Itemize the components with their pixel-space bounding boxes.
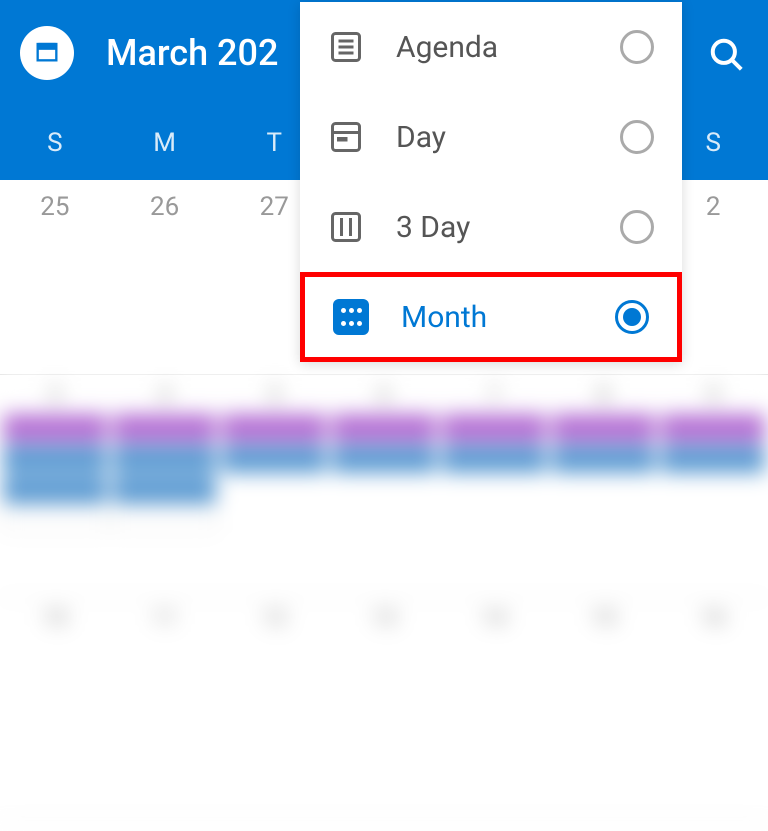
menu-button[interactable] [20,26,74,80]
radio-checked [615,300,649,334]
view-selector-dropdown: Agenda Day 3 Day [300,2,682,362]
month-title[interactable]: March 202 [106,32,278,74]
date-cell[interactable]: 26 [110,180,220,374]
date-cell[interactable]: 25 [0,180,110,374]
agenda-icon [328,29,364,65]
view-label: Day [396,120,620,155]
radio-unchecked [620,120,654,154]
radio-unchecked [620,30,654,64]
view-label: Agenda [396,30,620,65]
calendar-icon [33,37,61,69]
search-icon [708,59,746,78]
view-option-day[interactable]: Day [300,92,682,182]
view-label: Month [401,300,615,335]
weekday-label: M [110,128,220,158]
day-icon [328,119,364,155]
search-button[interactable] [708,36,746,78]
view-option-agenda[interactable]: Agenda [300,2,682,92]
view-label: 3 Day [396,210,620,245]
view-option-3day[interactable]: 3 Day [300,182,682,272]
blurred-calendar-area: 3 4 5 6 7 8 [0,375,768,831]
month-icon [333,299,369,335]
weekday-label: S [0,128,110,158]
view-option-month[interactable]: Month [300,272,682,362]
three-day-icon [328,209,364,245]
radio-unchecked [620,210,654,244]
